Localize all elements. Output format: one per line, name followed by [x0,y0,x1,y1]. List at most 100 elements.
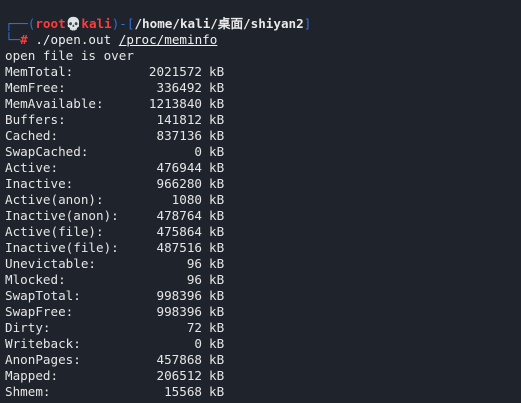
meminfo-row: MemAvailable: 1213840 kB [5,96,521,112]
meminfo-value: 1213840 [148,96,202,111]
meminfo-row: Active(file): 475864 kB [5,224,521,240]
meminfo-row: Mlocked: 96 kB [5,272,521,288]
meminfo-unit: kB [209,352,225,367]
meminfo-unit: kB [209,208,225,223]
meminfo-unit: kB [209,192,225,207]
meminfo-value: 141812 [156,112,203,127]
skull-icon: 💀 [65,16,82,31]
prompt-branch: └─ [5,32,21,47]
meminfo-row: Unevictable: 96 kB [5,256,521,272]
meminfo-row: Inactive(file): 487516 kB [5,240,521,256]
meminfo-row: MemFree: 336492 kB [5,80,521,96]
meminfo-value: 96 [186,256,202,271]
terminal-window[interactable]: ┌──(root💀kali)-[/home/kali/桌面/shiyan2] └… [0,0,521,403]
prompt-header-line: ┌──(root💀kali)-[/home/kali/桌面/shiyan2] [5,16,521,32]
prompt-user: root [35,16,66,31]
meminfo-key: SwapFree: [5,304,74,319]
prompt-mid: )-[ [111,16,135,31]
meminfo-key: Inactive(anon): [5,208,119,223]
meminfo-unit: kB [209,144,225,159]
meminfo-key: Active: [5,160,59,175]
meminfo-row: SwapFree: 998396 kB [5,304,521,320]
meminfo-unit: kB [209,160,225,175]
meminfo-key: SwapTotal: [5,288,81,303]
meminfo-unit: kB [209,128,225,143]
meminfo-key: MemFree: [5,80,66,95]
meminfo-unit: kB [209,368,225,383]
meminfo-row: Active(anon): 1080 kB [5,192,521,208]
meminfo-value: 2021572 [148,64,202,79]
meminfo-row: Dirty: 72 kB [5,320,521,336]
meminfo-unit: kB [209,96,225,111]
meminfo-row: Active: 476944 kB [5,160,521,176]
meminfo-value: 0 [194,144,202,159]
meminfo-row: AnonPages: 457868 kB [5,352,521,368]
meminfo-key: AnonPages: [5,352,81,367]
meminfo-key: Dirty: [5,320,51,335]
meminfo-unit: kB [209,112,225,127]
meminfo-value: 487516 [156,240,203,255]
meminfo-value: 837136 [156,128,203,143]
meminfo-value: 998396 [156,288,203,303]
meminfo-key: SwapCached: [5,144,89,159]
meminfo-key: Writeback: [5,336,81,351]
meminfo-row: SwapTotal: 998396 kB [5,288,521,304]
meminfo-row: SwapCached: 0 kB [5,144,521,160]
command-argument: /proc/meminfo [118,32,218,47]
meminfo-value: 475864 [156,224,203,239]
meminfo-value: 476944 [156,160,203,175]
meminfo-key: Active(file): [5,224,104,239]
meminfo-value: 457868 [156,352,203,367]
meminfo-key: Inactive(file): [5,240,119,255]
meminfo-key: Cached: [5,128,59,143]
meminfo-row: MemTotal: 2021572 kB [5,64,521,80]
meminfo-key: Buffers: [5,112,66,127]
meminfo-key: Active(anon): [5,192,104,207]
meminfo-key: Mapped: [5,368,59,383]
prompt-path: /home/kali/桌面/shiyan2 [134,16,304,31]
meminfo-value: 15568 [164,384,202,399]
prompt-open-bracket: ┌──( [5,16,36,31]
meminfo-row: Cached: 837136 kB [5,128,521,144]
prompt-host: kali [81,16,112,31]
meminfo-row: Inactive: 966280 kB [5,176,521,192]
meminfo-row: Shmem: 15568 kB [5,384,521,400]
prompt-hash: # [20,32,28,47]
meminfo-unit: kB [209,272,225,287]
meminfo-value: 966280 [156,176,203,191]
meminfo-unit: kB [209,80,225,95]
prompt-close-bracket: ] [303,16,312,31]
meminfo-unit: kB [209,224,225,239]
meminfo-unit: kB [209,176,225,191]
meminfo-value: 478764 [156,208,203,223]
meminfo-key: Mlocked: [5,272,66,287]
meminfo-row: Writeback: 0 kB [5,336,521,352]
meminfo-row: Mapped: 206512 kB [5,368,521,384]
meminfo-row: Inactive(anon): 478764 kB [5,208,521,224]
meminfo-key: MemTotal: [5,64,74,79]
meminfo-output: MemTotal: 2021572 kB MemFree: 336492 kB MemAva… [5,64,521,400]
meminfo-key: Unevictable: [5,256,96,271]
meminfo-row: Buffers: 141812 kB [5,112,521,128]
meminfo-key: Shmem: [5,384,51,399]
meminfo-unit: kB [209,64,225,79]
meminfo-unit: kB [209,304,225,319]
meminfo-value: 0 [194,336,202,351]
command-text: ./open.out [27,32,119,47]
meminfo-value: 206512 [156,368,203,383]
meminfo-unit: kB [209,384,225,399]
meminfo-unit: kB [209,288,225,303]
meminfo-unit: kB [209,320,225,335]
meminfo-value: 1080 [171,192,202,207]
meminfo-unit: kB [209,256,225,271]
meminfo-value: 336492 [156,80,203,95]
meminfo-value: 998396 [156,304,203,319]
meminfo-key: MemAvailable: [5,96,104,111]
meminfo-unit: kB [209,240,225,255]
meminfo-key: Inactive: [5,176,74,191]
meminfo-value: 72 [186,320,202,335]
prompt-command-line: └─# ./open.out /proc/meminfo [5,32,521,48]
meminfo-value: 96 [186,272,202,287]
output-message: open file is over [5,48,134,63]
meminfo-unit: kB [209,336,225,351]
